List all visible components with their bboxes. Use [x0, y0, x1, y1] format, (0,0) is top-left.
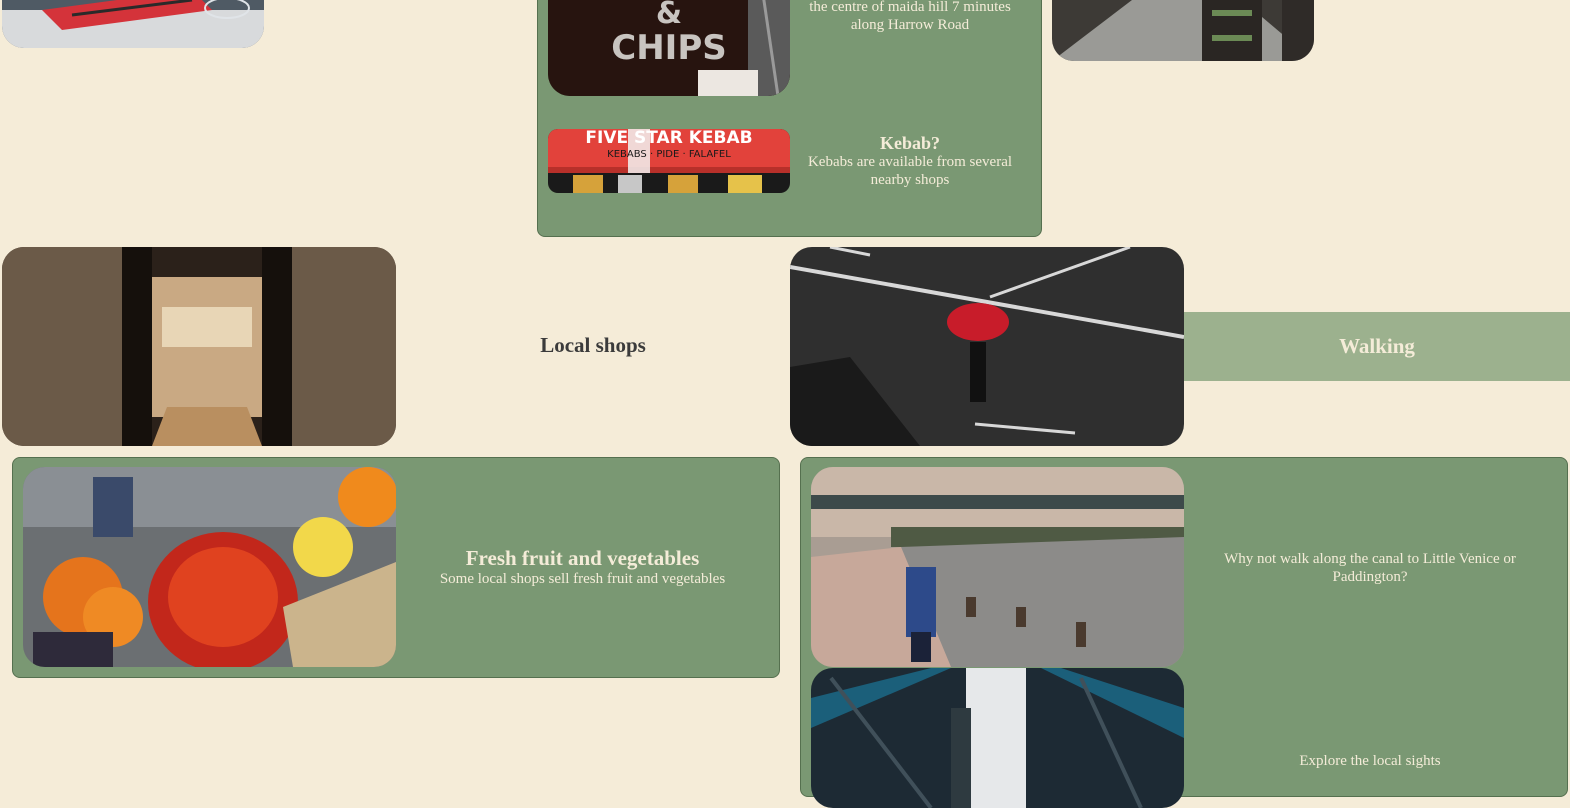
fruit-veg-info: Fresh fruit and vegetables Some local sh…	[396, 546, 769, 588]
local-shops-heading: Local shops	[540, 333, 646, 357]
sign-chips: CHIPS	[611, 28, 727, 68]
walking-heading: Walking	[1339, 334, 1415, 358]
local-shop-interior-photo	[2, 247, 396, 446]
fish-chips-desc-line2: along Harrow Road	[850, 17, 970, 33]
shop-aisle-photo-top	[1052, 0, 1314, 61]
local-sights-description: Explore the local sights	[1299, 753, 1441, 769]
fish-chips-description: the centre of maida hill 7 minutes along…	[797, 0, 1023, 34]
kebab-title: Kebab?	[879, 133, 940, 153]
restaurant-table-photo	[2, 0, 264, 48]
kebab-sign-text: FIVE STAR KEBAB	[585, 129, 753, 148]
canal-walk-photo	[811, 467, 1184, 667]
kebab-description: Kebabs are available from several nearby…	[807, 154, 1013, 188]
fruit-veg-description: Some local shops sell fresh fruit and ve…	[439, 571, 726, 587]
bridge-underside-photo	[811, 668, 1184, 808]
fruit-veg-title: Fresh fruit and vegetables	[465, 546, 700, 570]
fruit-and-vegetables-photo	[23, 467, 396, 667]
fish-chips-desc-line1: the centre of maida hill 7 minutes	[809, 0, 1011, 15]
fish-and-chips-sign-photo: & CHIPS	[548, 0, 790, 96]
canal-walk-description: Why not walk along the canal to Little V…	[1224, 551, 1516, 585]
walking-heading-bar: Walking	[1184, 312, 1570, 381]
red-umbrella-street-photo	[790, 247, 1184, 446]
kebab-info: Kebab? Kebabs are available from several…	[797, 133, 1023, 189]
sign-ampersand: &	[655, 0, 683, 31]
kebab-shop-photo: FIVE STAR KEBAB KEBABS · PIDE · FALAFEL	[548, 129, 790, 193]
kebab-sign-subtext: KEBABS · PIDE · FALAFEL	[607, 149, 731, 160]
